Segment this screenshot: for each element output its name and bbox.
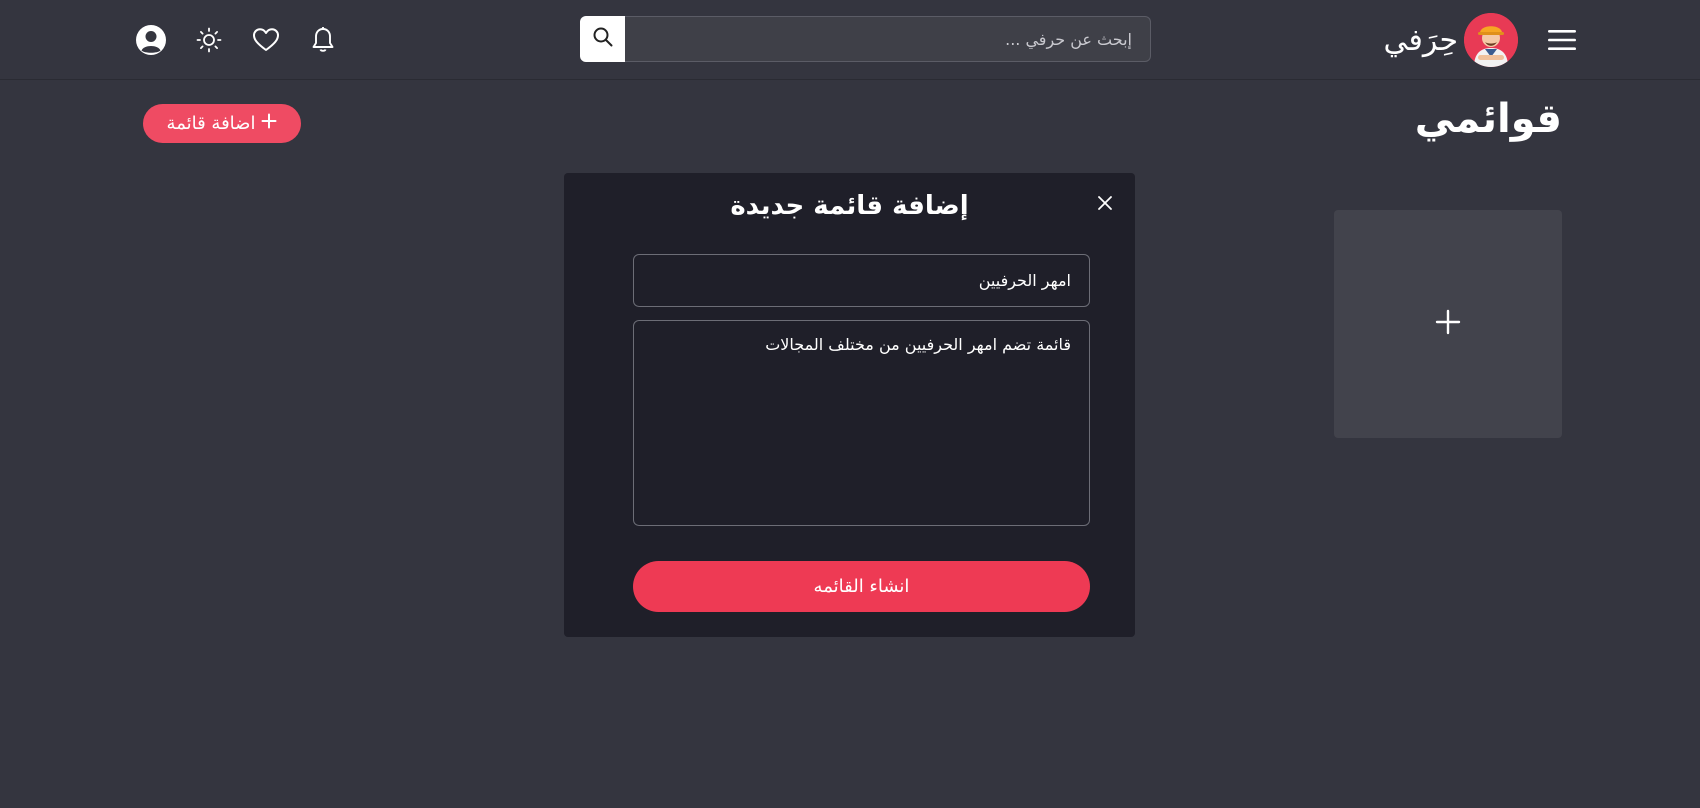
page-title: قوائمي <box>1414 96 1562 142</box>
add-list-label: اضافة قائمة <box>166 113 256 134</box>
plus-icon <box>261 113 277 134</box>
notifications-bell-icon[interactable] <box>305 22 341 58</box>
user-account-icon[interactable] <box>133 22 169 58</box>
theme-toggle-sun-icon[interactable] <box>191 22 227 58</box>
create-list-button[interactable]: انشاء القائمه <box>633 561 1090 612</box>
brand-name: حِرَفي <box>1383 22 1458 58</box>
list-name-input[interactable] <box>633 254 1090 307</box>
brand[interactable]: حِرَفي <box>1384 12 1518 68</box>
plus-icon <box>1435 309 1461 339</box>
search-button[interactable] <box>580 16 625 62</box>
hamburger-menu-icon[interactable] <box>1544 22 1580 58</box>
modal-title: إضافة قائمة جديدة <box>730 191 969 221</box>
search-input[interactable] <box>625 16 1151 62</box>
list-description-input[interactable]: قائمة تضم امهر الحرفيين من مختلف المجالا… <box>633 320 1090 526</box>
craftsman-logo-icon <box>1464 13 1518 67</box>
close-icon[interactable] <box>1093 191 1117 215</box>
top-navbar: حِرَفي <box>0 0 1700 80</box>
search-bar <box>580 16 1151 62</box>
search-icon <box>592 26 614 52</box>
favorites-heart-icon[interactable] <box>248 22 284 58</box>
add-list-button[interactable]: اضافة قائمة <box>143 104 301 143</box>
add-list-modal: إضافة قائمة جديدة قائمة تضم امهر الحرفيي… <box>564 173 1135 637</box>
add-list-card[interactable] <box>1334 210 1562 438</box>
